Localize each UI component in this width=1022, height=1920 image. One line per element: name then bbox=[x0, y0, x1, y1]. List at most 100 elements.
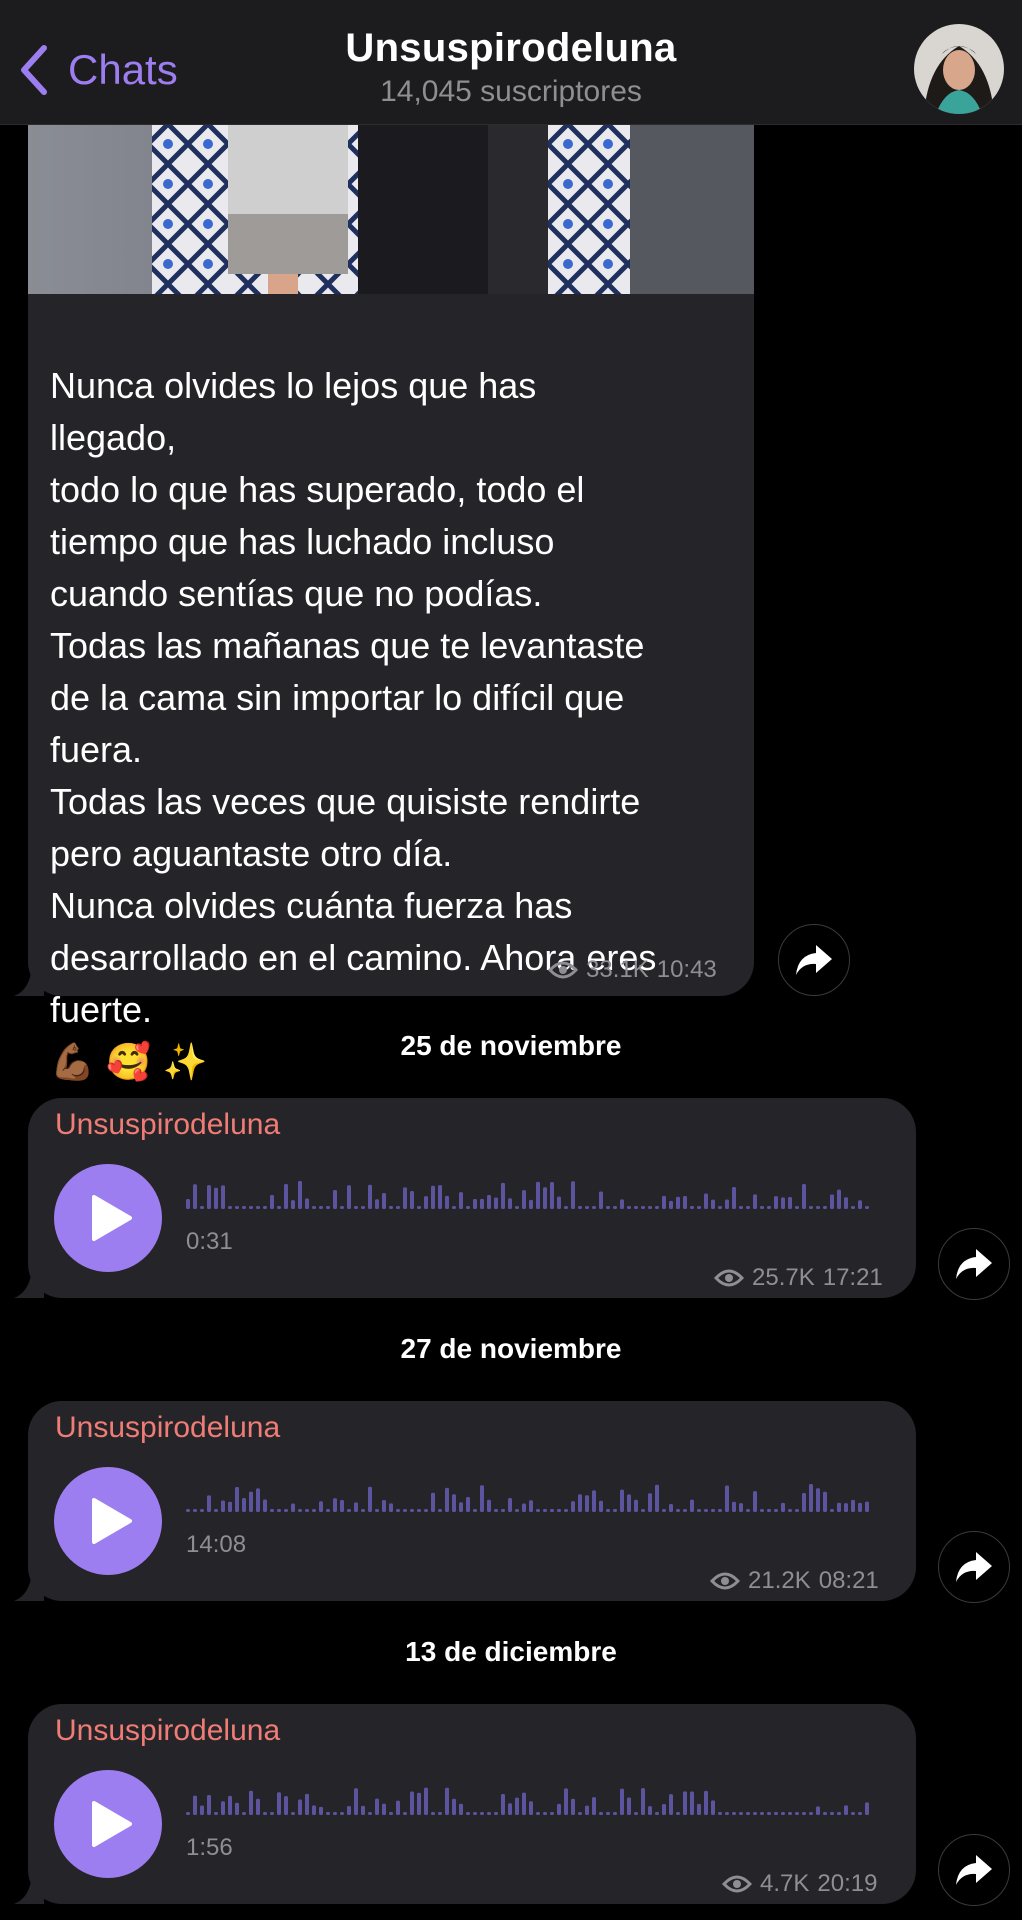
waveform-bar bbox=[333, 1812, 337, 1815]
waveform-bar bbox=[480, 1485, 484, 1512]
waveform-bar bbox=[774, 1509, 778, 1512]
waveform-bar bbox=[634, 1499, 638, 1512]
waveform-bar bbox=[718, 1812, 722, 1815]
waveform-bar bbox=[522, 1190, 526, 1209]
play-icon bbox=[92, 1498, 132, 1544]
waveform-bar bbox=[508, 1497, 512, 1512]
play-button[interactable] bbox=[54, 1770, 162, 1878]
voice-meta: 4.7K 20:19 bbox=[722, 1870, 877, 1898]
sender-name: Unsuspirodeluna bbox=[55, 1714, 281, 1747]
eye-icon bbox=[722, 1875, 752, 1893]
waveform-bar bbox=[606, 1206, 610, 1209]
waveform-bar bbox=[578, 1494, 582, 1512]
chat-header: Chats Unsuspirodeluna 14,045 suscriptore… bbox=[0, 0, 1022, 125]
waveform-bar bbox=[746, 1812, 750, 1815]
waveform-bar bbox=[291, 1200, 295, 1209]
waveform-bar bbox=[613, 1812, 617, 1815]
channel-avatar[interactable] bbox=[914, 24, 1004, 114]
waveform-bar bbox=[515, 1509, 519, 1512]
waveform-bar bbox=[592, 1206, 596, 1209]
play-icon bbox=[92, 1801, 132, 1847]
waveform[interactable] bbox=[186, 1484, 876, 1514]
waveform-bar bbox=[473, 1812, 477, 1815]
waveform-bar bbox=[389, 1503, 393, 1512]
waveform-bar bbox=[599, 1191, 603, 1209]
waveform-bar bbox=[375, 1798, 379, 1815]
waveform-bar bbox=[739, 1812, 743, 1815]
waveform-bar bbox=[424, 1509, 428, 1512]
waveform-bar bbox=[802, 1493, 806, 1512]
waveform-bar bbox=[487, 1499, 491, 1512]
view-count: 21.2K bbox=[748, 1567, 811, 1594]
waveform-bar bbox=[389, 1812, 393, 1815]
view-count: 25.7K bbox=[752, 1264, 815, 1291]
share-arrow-icon bbox=[956, 1552, 992, 1582]
waveform-bar bbox=[417, 1792, 421, 1815]
waveform-bar bbox=[816, 1806, 820, 1815]
waveform-bar bbox=[557, 1509, 561, 1512]
waveform-bar bbox=[361, 1805, 365, 1815]
waveform-bar bbox=[354, 1502, 358, 1512]
waveform-bar bbox=[690, 1499, 694, 1512]
waveform-bar bbox=[347, 1805, 351, 1815]
forward-button[interactable] bbox=[778, 924, 850, 996]
forward-button[interactable] bbox=[938, 1834, 1010, 1906]
voice-meta: 21.2K 08:21 bbox=[710, 1567, 879, 1595]
waveform-bar bbox=[242, 1812, 246, 1815]
share-arrow-icon bbox=[956, 1855, 992, 1885]
forward-button[interactable] bbox=[938, 1228, 1010, 1300]
waveform-bar bbox=[186, 1812, 190, 1815]
back-label: Chats bbox=[68, 46, 178, 93]
waveform-bar bbox=[543, 1812, 547, 1815]
waveform-bar bbox=[746, 1206, 750, 1209]
back-button[interactable]: Chats bbox=[18, 40, 178, 100]
waveform-bar bbox=[361, 1206, 365, 1209]
waveform-bar bbox=[795, 1206, 799, 1209]
waveform-bar bbox=[298, 1181, 302, 1209]
waveform-bar bbox=[494, 1197, 498, 1209]
waveform-bar bbox=[865, 1802, 869, 1815]
waveform-bar bbox=[452, 1798, 456, 1815]
waveform-bar bbox=[256, 1488, 260, 1512]
waveform-bar bbox=[592, 1797, 596, 1815]
waveform-bar bbox=[795, 1812, 799, 1815]
waveform-bar bbox=[417, 1509, 421, 1512]
waveform-bar bbox=[375, 1199, 379, 1209]
waveform-bar bbox=[284, 1509, 288, 1512]
waveform-bar bbox=[809, 1484, 813, 1512]
waveform-bar bbox=[270, 1195, 274, 1209]
waveform-bar bbox=[676, 1196, 680, 1209]
waveform-bar bbox=[354, 1788, 358, 1815]
waveform-bar bbox=[459, 1803, 463, 1815]
waveform-bar bbox=[228, 1501, 232, 1512]
waveform-bar bbox=[767, 1812, 771, 1815]
waveform-bar bbox=[529, 1199, 533, 1209]
waveform-bar bbox=[263, 1206, 267, 1209]
play-button[interactable] bbox=[54, 1164, 162, 1272]
waveform-bar bbox=[774, 1812, 778, 1815]
waveform-bar bbox=[858, 1812, 862, 1815]
waveform-bar bbox=[186, 1509, 190, 1512]
waveform-bar bbox=[641, 1509, 645, 1512]
waveform-bar bbox=[249, 1491, 253, 1512]
play-button[interactable] bbox=[54, 1467, 162, 1575]
waveform-bar bbox=[851, 1812, 855, 1815]
waveform-bar bbox=[571, 1181, 575, 1209]
waveform-bar bbox=[585, 1495, 589, 1512]
waveform-bar bbox=[452, 1206, 456, 1209]
waveform[interactable] bbox=[186, 1181, 876, 1211]
waveform-bar bbox=[585, 1206, 589, 1209]
waveform-bar bbox=[473, 1509, 477, 1512]
waveform-bar bbox=[606, 1509, 610, 1512]
waveform-bar bbox=[270, 1812, 274, 1815]
waveform-bar bbox=[802, 1183, 806, 1209]
waveform-bar bbox=[648, 1493, 652, 1512]
waveform[interactable] bbox=[186, 1787, 876, 1817]
waveform-bar bbox=[298, 1509, 302, 1512]
forward-button[interactable] bbox=[938, 1531, 1010, 1603]
post-photo[interactable] bbox=[28, 124, 754, 294]
waveform-bar bbox=[501, 1182, 505, 1209]
waveform-bar bbox=[627, 1797, 631, 1815]
waveform-bar bbox=[662, 1804, 666, 1815]
waveform-bar bbox=[816, 1488, 820, 1512]
